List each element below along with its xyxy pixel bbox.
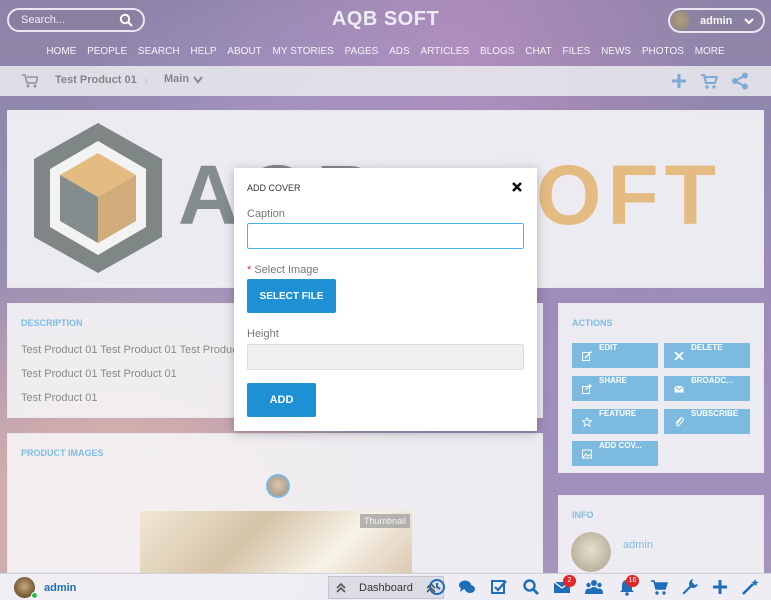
magic-wand-icon[interactable] <box>741 578 759 596</box>
select-image-label: * Select Image <box>247 264 319 276</box>
chat-icon[interactable] <box>458 578 476 596</box>
bottom-dock: admin Dashboard 2 16 <box>0 573 771 600</box>
height-field[interactable] <box>247 344 524 370</box>
dock-user-name[interactable]: admin <box>44 582 76 594</box>
dashboard-label: Dashboard <box>359 582 413 594</box>
select-file-button[interactable]: SELECT FILE <box>247 279 336 313</box>
add-cover-dialog: ADD COVER Caption * Select Image SELECT … <box>234 168 537 431</box>
search-icon[interactable] <box>522 578 540 596</box>
caption-field[interactable] <box>247 223 524 249</box>
height-label: Height <box>247 328 279 340</box>
required-mark: * <box>247 264 252 276</box>
caption-label: Caption <box>247 208 285 220</box>
cart-icon[interactable] <box>650 578 668 596</box>
users-icon[interactable] <box>585 578 603 596</box>
select-image-label-text: Select Image <box>254 264 319 276</box>
dialog-title: ADD COVER <box>247 183 301 193</box>
dashboard-button[interactable]: Dashboard <box>328 576 444 599</box>
double-chevron-up-icon <box>336 582 346 593</box>
add-button[interactable]: ADD <box>247 383 316 417</box>
close-icon[interactable] <box>511 181 523 193</box>
online-status-indicator <box>31 592 38 599</box>
notification-badge: 16 <box>626 575 639 587</box>
mail-badge: 2 <box>563 575 576 587</box>
checkbox-icon[interactable] <box>490 578 508 596</box>
wrench-icon[interactable] <box>681 578 699 596</box>
plus-icon[interactable] <box>711 578 729 596</box>
history-icon[interactable] <box>428 578 446 596</box>
